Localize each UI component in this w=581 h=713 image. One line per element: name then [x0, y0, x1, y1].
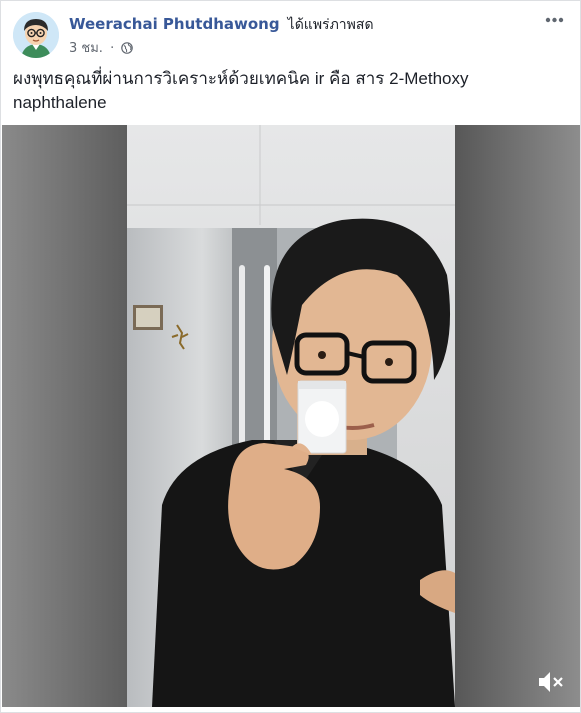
more-options-button[interactable]: [540, 12, 568, 36]
post-header: Weerachai Phutdhawong ได้แพร่ภาพสด 3 ชม.…: [13, 12, 568, 60]
live-video-player[interactable]: [2, 125, 580, 707]
globe-icon[interactable]: [121, 42, 134, 59]
post-action-text: ได้แพร่ภาพสด: [287, 17, 374, 33]
facebook-post: Weerachai Phutdhawong ได้แพร่ภาพสด 3 ชม.…: [0, 0, 581, 713]
mute-toggle-button[interactable]: [536, 669, 566, 695]
separator-dot: ·: [110, 41, 115, 56]
speaker-muted-icon: [539, 672, 563, 692]
more-horizontal-icon: [545, 17, 564, 23]
author-line: Weerachai Phutdhawong ได้แพร่ภาพสด: [69, 14, 528, 35]
post-meta: Weerachai Phutdhawong ได้แพร่ภาพสด 3 ชม.…: [69, 14, 528, 59]
author-avatar[interactable]: [13, 12, 59, 58]
video-frame: [2, 125, 580, 707]
post-time-line: 3 ชม. ·: [69, 41, 528, 59]
post-caption: ผงพุทธคุณที่ผ่านการวิเคราะห์ด้วยเทคนิค i…: [13, 69, 469, 112]
cartoon-avatar-icon: [13, 12, 59, 58]
author-name-link[interactable]: Weerachai Phutdhawong: [69, 15, 280, 33]
post-timestamp[interactable]: 3 ชม.: [69, 41, 103, 56]
